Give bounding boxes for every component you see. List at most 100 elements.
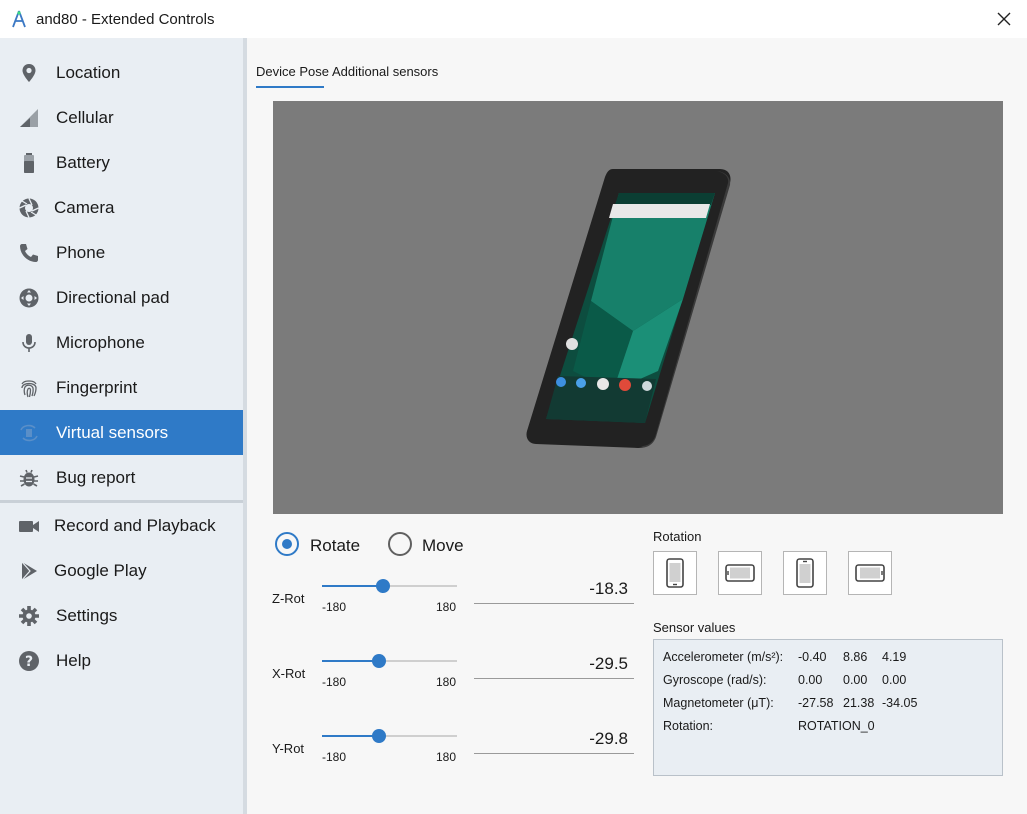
magnetometer-z: -34.05 [882,696,918,710]
sidebar-item-directional-pad[interactable]: Directional pad [0,275,243,320]
y-rot-min: -180 [322,750,347,764]
x-rot-slider-track[interactable] [322,660,457,662]
sidebar-item-cellular[interactable]: Cellular [0,95,243,140]
magnetometer-y: 21.38 [843,696,875,710]
sidebar-item-label: Record and Playback [54,516,216,535]
magnetometer-label: Magnetometer (μT): [663,696,774,710]
tab-device-pose[interactable]: Device Pose [256,64,329,79]
device-pose-viewport[interactable] [273,101,1003,514]
sidebar-item-label: Battery [56,153,110,172]
z-rot-max: 180 [436,600,457,614]
sidebar-item-label: Directional pad [56,288,170,307]
rotate-portrait-button[interactable] [653,551,697,595]
battery-icon [18,152,40,174]
z-rot-label: Z-Rot [272,591,305,606]
google-play-icon [18,560,40,582]
z-rot-value: -18.3 [589,579,628,598]
accelerometer-x: -0.40 [798,650,827,664]
y-rot-label: Y-Rot [272,741,305,756]
help-icon: ? [18,650,40,672]
sidebar-item-label: Help [56,651,91,670]
sidebar-item-label: Google Play [54,561,147,580]
title-bar: and80 - Extended Controls [0,0,1027,38]
portrait-icon [666,558,684,588]
sidebar-item-settings[interactable]: Settings [0,593,243,638]
landscape-icon [725,564,755,582]
move-radio-label[interactable]: Move [422,536,464,556]
camera-aperture-icon [18,197,40,219]
sidebar-item-help[interactable]: ? Help [0,638,243,683]
sidebar-item-label: Bug report [56,468,136,487]
sidebar-item-label: Location [56,63,121,82]
rotate-radio-label[interactable]: Rotate [310,536,360,556]
gyroscope-y: 0.00 [843,673,868,687]
sidebar-item-google-play[interactable]: Google Play [0,548,243,593]
y-rot-slider-track[interactable] [322,735,457,737]
reverse-portrait-icon [796,558,814,588]
active-tab-indicator [256,86,324,88]
sidebar-item-location[interactable]: Location [0,50,243,95]
accelerometer-z: 4.19 [882,650,907,664]
rotation-state-label: Rotation: [663,719,714,733]
close-button[interactable] [981,0,1027,38]
sidebar-item-record-and-playback[interactable]: Record and Playback [0,503,243,548]
z-rot-min: -180 [322,600,347,614]
sidebar-item-label: Cellular [56,108,114,127]
phone-handset-icon [18,242,40,264]
sidebar-item-label: Virtual sensors [56,423,169,442]
phone-3d-model[interactable] [273,101,1003,514]
y-rot-value: -29.8 [589,729,628,748]
sidebar-item-label: Settings [56,606,118,625]
sidebar-item-fingerprint[interactable]: Fingerprint [0,365,243,410]
sidebar-item-battery[interactable]: Battery [0,140,243,185]
microphone-icon [18,332,40,354]
x-rot-slider-thumb[interactable] [372,654,386,668]
reverse-landscape-icon [855,564,885,582]
virtual-sensors-icon [18,422,40,444]
sidebar-item-label: Camera [54,198,115,217]
x-rot-max: 180 [436,675,457,689]
z-rot-value-field[interactable]: -18.3 [474,577,634,604]
y-rot-slider-thumb[interactable] [372,729,386,743]
fingerprint-icon [18,377,40,399]
rotation-state-value: ROTATION_0 [798,719,875,733]
sidebar-item-phone[interactable]: Phone [0,230,243,275]
rotate-reverse-portrait-button[interactable] [783,551,827,595]
y-rot-value-field[interactable]: -29.8 [474,727,634,754]
cellular-signal-icon [18,107,40,129]
bug-icon [18,467,40,489]
sidebar-item-microphone[interactable]: Microphone [0,320,243,365]
sidebar-item-bug-report[interactable]: Bug report [0,455,243,500]
location-pin-icon [18,62,40,84]
android-studio-icon [12,10,26,28]
x-rot-label: X-Rot [272,666,306,681]
sidebar-item-label: Phone [56,243,106,262]
x-rot-min: -180 [322,675,347,689]
gyroscope-z: 0.00 [882,673,907,687]
dpad-icon [18,287,40,309]
gyroscope-label: Gyroscope (rad/s): [663,673,767,687]
sidebar-item-label: Microphone [56,333,145,352]
gear-icon [18,605,40,627]
sidebar-item-camera[interactable]: Camera [0,185,243,230]
rotate-reverse-landscape-button[interactable] [848,551,892,595]
x-rot-value: -29.5 [589,654,628,673]
magnetometer-x: -27.58 [798,696,834,710]
rotate-radio[interactable] [275,532,299,556]
move-radio[interactable] [388,532,412,556]
sidebar-item-virtual-sensors[interactable]: Virtual sensors [0,410,243,455]
sensor-values-label: Sensor values [653,620,736,635]
accelerometer-y: 8.86 [843,650,868,664]
rotate-landscape-button[interactable] [718,551,762,595]
gyroscope-x: 0.00 [798,673,823,687]
svg-text:?: ? [25,654,33,670]
z-rot-slider-thumb[interactable] [376,579,390,593]
accelerometer-label: Accelerometer (m/s²): [663,650,784,664]
x-rot-value-field[interactable]: -29.5 [474,652,634,679]
rotation-label: Rotation [653,529,702,544]
tab-additional-sensors[interactable]: Additional sensors [332,64,438,79]
video-camera-icon [18,515,40,537]
sidebar-item-label: Fingerprint [56,378,138,397]
window-title: and80 - Extended Controls [36,11,215,28]
y-rot-max: 180 [436,750,457,764]
